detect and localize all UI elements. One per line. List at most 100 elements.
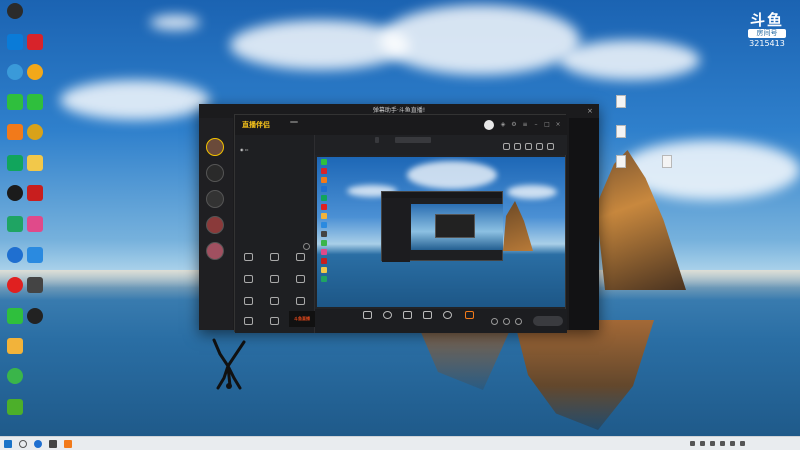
bottom-tool[interactable] [419,311,435,320]
network-icon[interactable] [710,441,715,446]
desktop-file[interactable] [606,95,636,108]
room-number: 3215413 [749,39,785,48]
bottom-tool[interactable] [439,311,455,320]
beauty-icon [382,311,392,319]
mini-icon [321,249,327,255]
dm-icon [269,253,279,261]
screenshot-icon[interactable] [503,143,510,150]
effects-icon[interactable] [503,318,510,325]
desktop-icon[interactable] [22,308,48,325]
desktop-file[interactable] [606,125,636,138]
tool-item[interactable] [237,317,259,326]
desktop-icon[interactable] [22,247,48,264]
avatar[interactable] [206,190,224,208]
mini-icon [321,267,327,273]
app-taskbar-icon[interactable] [64,440,72,448]
edit-button[interactable] [375,137,379,143]
bottom-tool[interactable] [379,311,395,320]
desktop-icon[interactable] [22,185,48,202]
desktop-icon[interactable] [2,368,28,385]
bottom-tool[interactable] [399,311,415,320]
eye-icon[interactable]: ◉ ▭ [240,147,249,152]
desktop-icon[interactable] [2,399,28,416]
close-button[interactable]: × [554,121,562,129]
tool-item[interactable] [263,317,285,326]
tool-item[interactable] [263,275,285,284]
cloud [507,185,557,199]
avatar[interactable] [206,138,224,156]
desktop-file[interactable] [652,155,682,168]
desktop-icon[interactable] [22,216,48,233]
cloud [560,40,700,80]
skin-icon[interactable]: ◈ [499,121,507,129]
desktop-icon[interactable] [2,338,28,355]
sidebar-header [199,118,233,126]
folder-icon [7,338,23,354]
ime-icon[interactable] [740,441,745,446]
mic-icon [442,311,452,319]
tool-item[interactable] [237,275,259,284]
minimize-button[interactable]: – [532,121,540,129]
tray-icon[interactable] [690,441,695,446]
start-live-button[interactable] [533,316,563,326]
share-icon[interactable] [547,143,554,150]
camera-icon[interactable] [491,318,498,325]
avatar[interactable] [206,164,224,182]
app-logo: 直播伴侣 [242,121,270,129]
category-select[interactable] [395,137,431,143]
bottom-tool[interactable] [359,311,375,320]
battery-icon[interactable] [730,441,735,446]
tool-item[interactable] [289,297,311,306]
desktop-file[interactable] [606,155,636,168]
link-icon [243,317,253,325]
taskbar [0,436,800,450]
cloud [150,15,200,30]
gear-icon[interactable] [515,318,522,325]
browser-taskbar-icon[interactable] [34,440,42,448]
tool-item[interactable] [237,253,259,262]
tool-item[interactable] [237,297,259,306]
mobile-icon[interactable] [525,143,532,150]
tray-icon[interactable] [700,441,705,446]
desktop-icon[interactable] [2,3,28,20]
document-icon [616,95,626,108]
chat-app-icon [7,308,23,324]
avatar[interactable] [206,216,224,234]
avatar[interactable] [206,242,224,260]
mini-icon [321,204,327,210]
mini-icon [321,258,327,264]
record-icon[interactable] [514,143,521,150]
maximize-button[interactable]: □ [543,121,551,129]
360-app-icon [7,368,23,384]
refresh-icon[interactable] [303,243,310,250]
desktop-icon[interactable] [22,94,48,111]
volume-icon[interactable] [720,441,725,446]
desktop-icon[interactable] [22,277,48,294]
desktop-icon[interactable] [22,34,48,51]
version-badge[interactable] [290,121,298,123]
douyu-brand-tile: 斗鱼直播 [289,311,315,327]
tool-item[interactable] [289,275,311,284]
close-button[interactable]: × [587,107,595,115]
desktop-icon[interactable] [22,64,48,81]
app-taskbar-icon[interactable] [49,440,57,448]
document-icon [662,155,672,168]
gear-icon[interactable]: ⚙ [510,121,518,129]
bottom-tool[interactable] [461,311,477,320]
tool-item[interactable] [263,297,285,306]
cloud [380,5,580,75]
stream-preview[interactable] [317,157,565,307]
user-avatar[interactable] [484,120,494,130]
windows-start-icon[interactable] [4,440,12,448]
rock-formation [503,201,533,251]
nested-app-preview [381,191,503,262]
desktop-icon[interactable] [22,124,48,141]
scene-item[interactable]: ◉ ▭ [240,147,310,155]
mini-icon [321,195,327,201]
bell-icon[interactable] [536,143,543,150]
tool-item[interactable] [289,253,311,262]
search-icon[interactable] [19,440,27,448]
tool-item[interactable] [263,253,285,262]
menu-icon[interactable]: ≡ [521,121,529,129]
desktop-icon[interactable] [22,155,48,172]
